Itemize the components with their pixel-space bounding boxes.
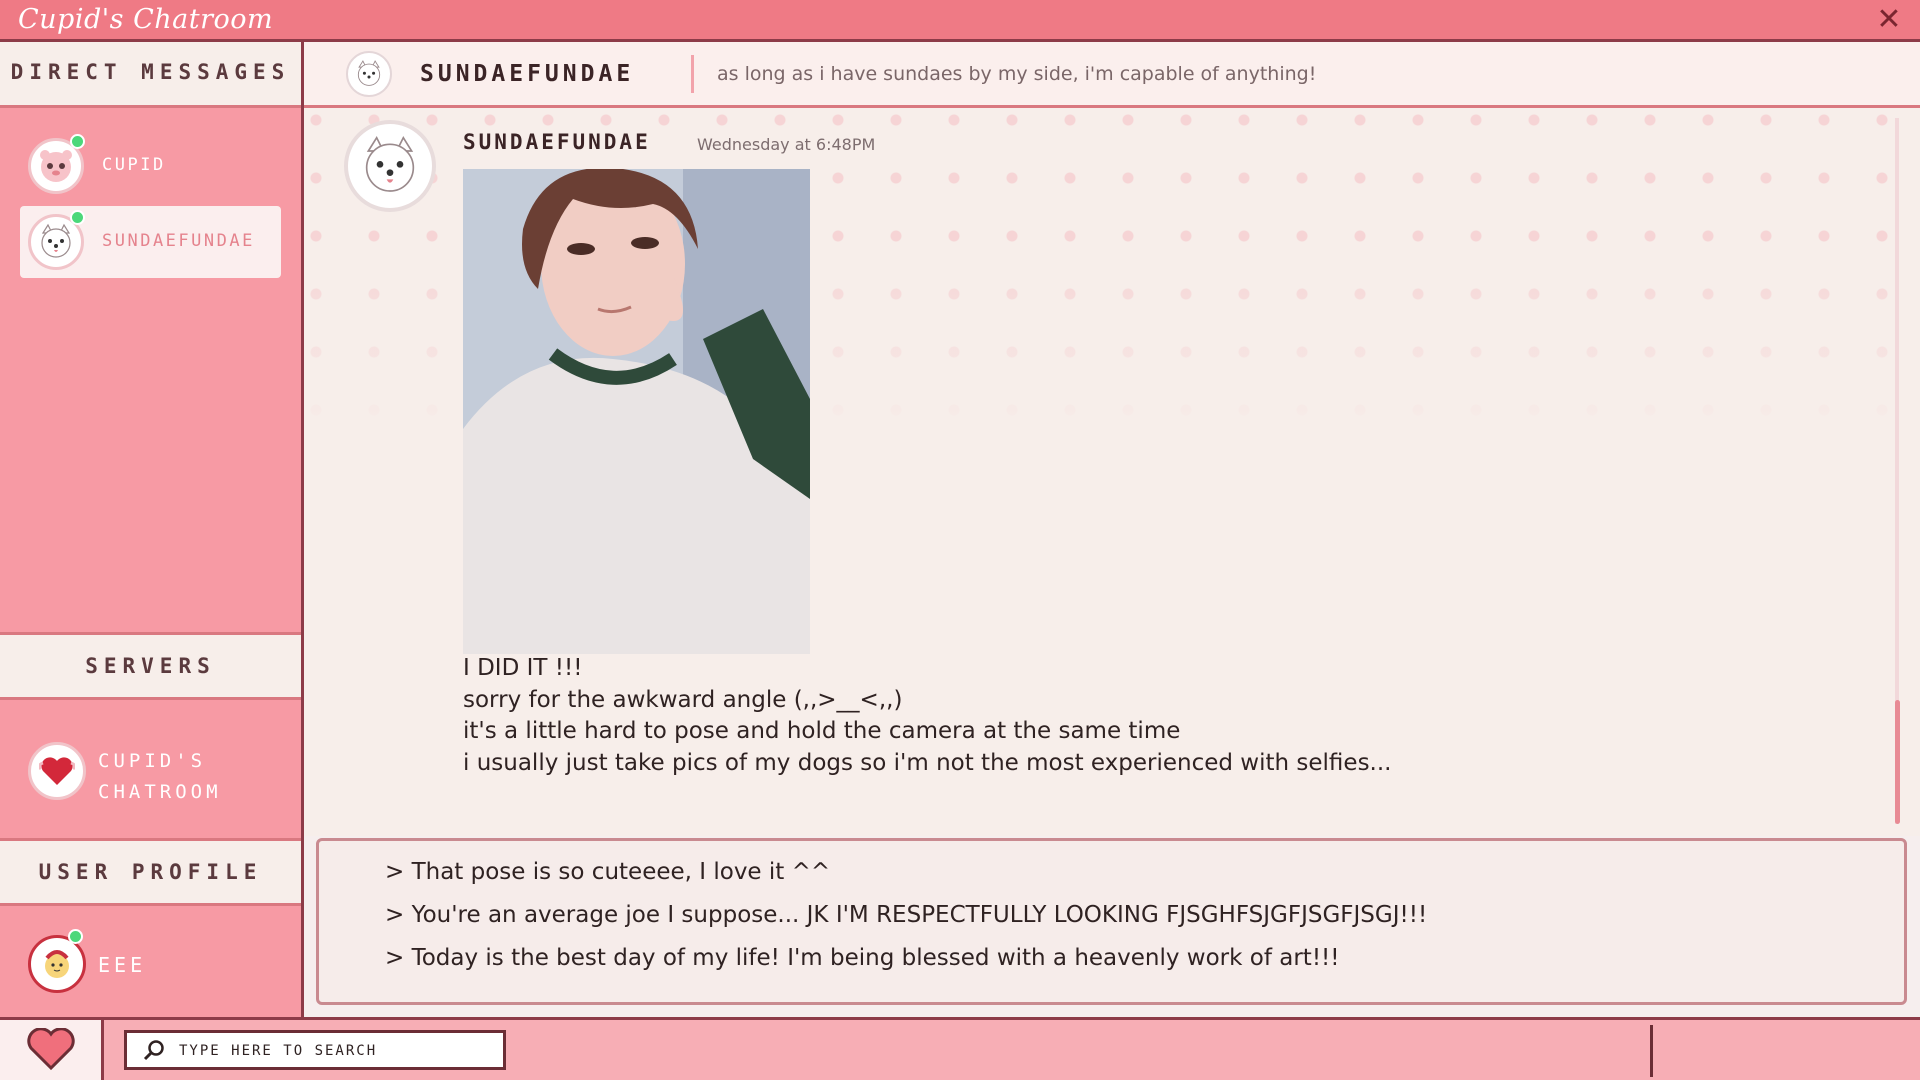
channel-header: SUNDAEFUNDAE as long as i have sundaes b… xyxy=(304,42,1920,108)
tray-divider xyxy=(1650,1025,1653,1077)
message-author: SUNDAEFUNDAE xyxy=(463,130,651,154)
profile-label: EEE xyxy=(98,953,147,977)
heart-icon[interactable] xyxy=(0,1020,104,1080)
channel-name: SUNDAEFUNDAE xyxy=(420,61,635,87)
app-title: Cupid's Chatroom xyxy=(18,4,274,35)
message-line: i usually just take pics of my dogs so i… xyxy=(463,749,1392,776)
reply-option-2[interactable]: > You're an average joe I suppose... JK … xyxy=(385,902,1427,928)
selfie-photo[interactable] xyxy=(463,169,810,654)
heart-server-icon xyxy=(28,742,86,800)
sidebar-item-label: SUNDAEFUNDAE xyxy=(102,231,255,251)
servers-header: SERVERS xyxy=(0,632,301,700)
sidebar: DIRECT MESSAGES CUPID SUNDAEFUNDAE SERVE… xyxy=(0,42,304,1017)
close-icon[interactable]: ✕ xyxy=(1872,3,1906,37)
message-line: I DID IT !!! xyxy=(463,655,583,681)
online-indicator xyxy=(70,134,85,149)
reply-options-box: > That pose is so cuteeee, I love it ^^ … xyxy=(316,838,1907,1005)
online-indicator xyxy=(68,929,83,944)
user-profile[interactable]: EEE xyxy=(20,927,290,1007)
message-body: I DID IT !!! sorry for the awkward angle… xyxy=(463,653,1391,779)
sidebar-item-cupid[interactable]: CUPID xyxy=(20,130,281,202)
title-bar: Cupid's Chatroom ✕ xyxy=(0,0,1920,42)
dog-avatar-icon xyxy=(346,51,392,97)
scrollbar-thumb[interactable] xyxy=(1895,700,1900,824)
server-label: CUPID'S CHATROOM xyxy=(98,750,222,803)
search-icon xyxy=(143,1040,164,1061)
dog-avatar-icon xyxy=(344,120,436,212)
reply-option-3[interactable]: > Today is the best day of my life! I'm … xyxy=(385,945,1339,971)
reply-option-1[interactable]: > That pose is so cuteeee, I love it ^^ xyxy=(385,859,830,885)
profile-header: USER PROFILE xyxy=(0,838,301,906)
sidebar-item-label: CUPID xyxy=(102,155,166,175)
message-line: it's a little hard to pose and hold the … xyxy=(463,718,1181,744)
message-list[interactable]: SUNDAEFUNDAE Wednesday at 6:48PM I DID I… xyxy=(304,108,1894,836)
message-timestamp: Wednesday at 6:48PM xyxy=(697,135,876,154)
message-line: sorry for the awkward angle (,,>__<,,) xyxy=(463,686,903,713)
taskbar xyxy=(0,1017,1920,1080)
dm-header: DIRECT MESSAGES xyxy=(0,42,301,108)
sidebar-item-sundaefundae[interactable]: SUNDAEFUNDAE xyxy=(20,206,281,278)
channel-status: as long as i have sundaes by my side, i'… xyxy=(717,63,1317,85)
search-box[interactable] xyxy=(124,1030,506,1070)
server-item-cupids-chatroom[interactable]: CUPID'S CHATROOM xyxy=(20,732,290,812)
online-indicator xyxy=(70,210,85,225)
search-input[interactable] xyxy=(179,1038,499,1064)
header-divider xyxy=(691,55,694,93)
